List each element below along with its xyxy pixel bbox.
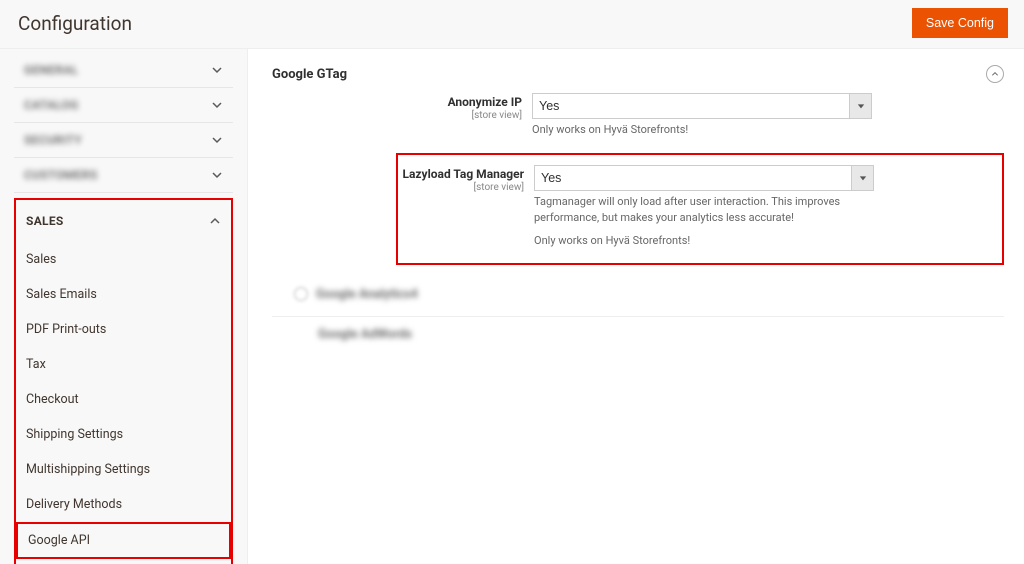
field-control: Yes Only works on Hyvä Storefronts! bbox=[532, 93, 872, 137]
select-wrap: Yes bbox=[534, 165, 874, 191]
page-header: Configuration Save Config bbox=[0, 0, 1024, 49]
sidebar-section-customers[interactable]: CUSTOMERS bbox=[14, 158, 233, 193]
lazyload-scope: [store view] bbox=[398, 182, 524, 193]
sidebar-section-catalog[interactable]: CATALOG bbox=[14, 88, 233, 123]
chevron-up-icon bbox=[209, 215, 221, 227]
expand-icon bbox=[294, 287, 308, 301]
anonymize-ip-scope: [store view] bbox=[402, 110, 522, 121]
sidebar-section-security[interactable]: SECURITY bbox=[14, 123, 233, 158]
page-title: Configuration bbox=[18, 12, 132, 35]
sidebar-section-sales: SALES Sales Sales Emails PDF Print-outs … bbox=[14, 198, 233, 564]
section-title-row: Google GTag bbox=[272, 61, 1004, 93]
lazyload-label: Lazyload Tag Manager bbox=[398, 167, 524, 181]
sidebar-item-pdf-printouts[interactable]: PDF Print-outs bbox=[16, 312, 231, 347]
lazyload-helper2: Only works on Hyvä Storefronts! bbox=[534, 233, 874, 248]
form-area: Anonymize IP [store view] Yes Only works… bbox=[402, 93, 1004, 265]
sidebar-section-general[interactable]: GENERAL bbox=[14, 53, 233, 88]
section-collapse-toggle[interactable] bbox=[986, 65, 1004, 83]
sidebar-item-sales[interactable]: Sales bbox=[16, 242, 231, 277]
save-config-button[interactable]: Save Config bbox=[912, 8, 1008, 38]
sidebar-item-multishipping-settings[interactable]: Multishipping Settings bbox=[16, 452, 231, 487]
sidebar-item-tax[interactable]: Tax bbox=[16, 347, 231, 382]
field-control: Yes Tagmanager will only load after user… bbox=[534, 165, 874, 248]
subsection-google-adwords[interactable]: Google AdWords bbox=[272, 316, 1004, 352]
sidebar-item-checkout[interactable]: Checkout bbox=[16, 382, 231, 417]
dropdown-toggle[interactable] bbox=[852, 165, 874, 191]
dropdown-toggle[interactable] bbox=[850, 93, 872, 119]
subsection-google-analytics[interactable]: Google Analytics4 bbox=[272, 277, 1004, 312]
chevron-up-icon bbox=[991, 70, 999, 78]
anonymize-ip-label: Anonymize IP bbox=[402, 95, 522, 109]
main-container: GENERAL CATALOG SECURITY CUSTOMERS SALES… bbox=[0, 49, 1024, 564]
lazyload-select[interactable]: Yes bbox=[534, 165, 852, 191]
field-anonymize-ip: Anonymize IP [store view] Yes Only works… bbox=[402, 93, 1004, 137]
chevron-down-icon bbox=[211, 134, 223, 146]
config-main: Google GTag Anonymize IP [store view] Ye… bbox=[248, 49, 1024, 564]
sidebar-item-shipping-settings[interactable]: Shipping Settings bbox=[16, 417, 231, 452]
section-title: Google GTag bbox=[272, 67, 347, 82]
highlighted-field-lazyload: Lazyload Tag Manager [store view] Yes bbox=[396, 153, 1004, 264]
sidebar-item-sales-emails[interactable]: Sales Emails bbox=[16, 277, 231, 312]
sidebar-item-delivery-methods[interactable]: Delivery Methods bbox=[16, 487, 231, 522]
chevron-down-icon bbox=[211, 99, 223, 111]
anonymize-ip-helper: Only works on Hyvä Storefronts! bbox=[532, 122, 872, 137]
sidebar-sales-subitems: Sales Sales Emails PDF Print-outs Tax Ch… bbox=[16, 242, 231, 564]
sidebar-section-sales-header[interactable]: SALES bbox=[16, 200, 231, 242]
caret-down-icon bbox=[859, 174, 867, 182]
config-sidebar: GENERAL CATALOG SECURITY CUSTOMERS SALES… bbox=[0, 49, 248, 564]
field-label: Lazyload Tag Manager [store view] bbox=[398, 165, 534, 193]
chevron-down-icon bbox=[211, 169, 223, 181]
field-lazyload-tag-manager: Lazyload Tag Manager [store view] Yes bbox=[398, 165, 984, 248]
anonymize-ip-select[interactable]: Yes bbox=[532, 93, 850, 119]
select-wrap: Yes bbox=[532, 93, 872, 119]
field-label: Anonymize IP [store view] bbox=[402, 93, 532, 121]
sidebar-item-payment-methods[interactable]: Payment Methods bbox=[16, 559, 231, 564]
caret-down-icon bbox=[857, 102, 865, 110]
sidebar-item-google-api[interactable]: Google API bbox=[16, 522, 231, 559]
sidebar-section-sales-label: SALES bbox=[26, 214, 64, 228]
chevron-down-icon bbox=[211, 64, 223, 76]
lazyload-helper1: Tagmanager will only load after user int… bbox=[534, 194, 874, 225]
